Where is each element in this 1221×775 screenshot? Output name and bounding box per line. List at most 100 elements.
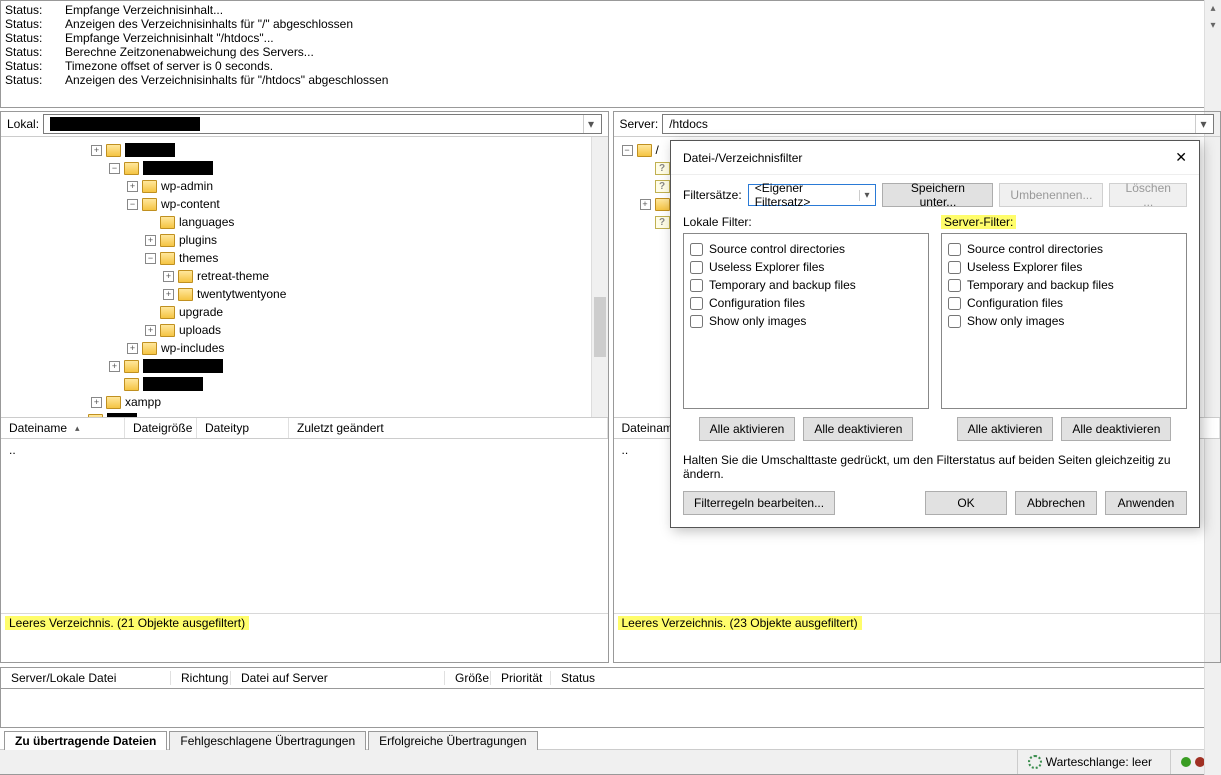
tree-item[interactable]: retreat-theme (197, 269, 269, 283)
gear-icon[interactable] (1028, 755, 1042, 769)
chevron-down-icon[interactable]: ▾ (1195, 115, 1211, 133)
local-deactivate-all-button[interactable]: Alle deaktivieren (803, 417, 913, 441)
tree-item[interactable]: upgrade (179, 305, 223, 319)
col-size[interactable]: Dateigröße (125, 418, 197, 438)
filter-check[interactable]: Useless Explorer files (690, 258, 922, 276)
tree-item[interactable]: wp-includes (161, 341, 224, 355)
status-line: Anzeigen des Verzeichnisinhalts für "/" … (65, 17, 353, 31)
close-icon[interactable]: ✕ (1175, 149, 1187, 166)
dialog-title-text: Datei-/Verzeichnisfilter (683, 151, 802, 165)
tree-item[interactable]: uploads (179, 323, 221, 337)
filterset-selected: <Eigener Filtersatz> (755, 181, 856, 209)
local-tree-scrollbar[interactable] (591, 137, 608, 417)
cancel-button[interactable]: Abbrechen (1015, 491, 1097, 515)
col-size[interactable]: Größe (445, 671, 491, 685)
server-filter-status: Leeres Verzeichnis. (23 Objekte ausgefil… (618, 616, 862, 630)
folder-icon (88, 414, 103, 418)
filter-check[interactable]: Useless Explorer files (948, 258, 1180, 276)
tree-item[interactable]: twentytwentyone (197, 287, 286, 301)
filter-check[interactable]: Source control directories (948, 240, 1180, 258)
col-direction[interactable]: Richtung (171, 671, 231, 685)
queue-status: Warteschlange: leer (1046, 755, 1152, 769)
delete-button: Löschen ... (1109, 183, 1187, 207)
folder-icon (106, 144, 121, 157)
ok-button[interactable]: OK (925, 491, 1007, 515)
filter-check[interactable]: Source control directories (690, 240, 922, 258)
folder-icon (178, 270, 193, 283)
status-scrollbar[interactable]: ▴▾ (1204, 0, 1221, 108)
tree-item[interactable]: wp-admin (161, 179, 213, 193)
col-status[interactable]: Status (551, 671, 1220, 685)
server-path-value: /htdocs (669, 117, 708, 131)
status-log: ▴▾ Status:Empfange Verzeichnisinhalt... … (0, 0, 1221, 108)
filtersets-label: Filtersätze: (683, 188, 742, 202)
list-item-parent[interactable]: .. (5, 443, 604, 457)
status-line: Anzeigen des Verzeichnisinhalts für "/ht… (65, 73, 388, 87)
status-label: Status: (5, 3, 47, 17)
local-path-input[interactable]: ▾ (43, 114, 601, 134)
status-line: Empfange Verzeichnisinhalt "/htdocs"... (65, 31, 274, 45)
folder-icon (655, 198, 670, 211)
local-filters-title: Lokale Filter: (683, 215, 929, 229)
queue-columns[interactable]: Server/Lokale Datei Richtung Datei auf S… (0, 667, 1221, 689)
tree-item[interactable]: themes (179, 251, 218, 265)
local-tree[interactable]: + − +wp-admin −wp-content languages +plu… (1, 137, 608, 417)
filter-dialog: Datei-/Verzeichnisfilter ✕ Filtersätze: … (670, 140, 1200, 528)
col-filename[interactable]: Dateiname (1, 418, 125, 438)
tab-queued-files[interactable]: Zu übertragende Dateien (4, 731, 167, 750)
local-panel: Lokal: ▾ + − +wp-admin −wp-content langu… (0, 111, 609, 663)
local-label: Lokal: (7, 117, 39, 131)
filter-check[interactable]: Show only images (690, 312, 922, 330)
filter-check[interactable]: Temporary and backup files (690, 276, 922, 294)
tree-item[interactable]: languages (179, 215, 234, 229)
edit-filter-rules-button[interactable]: Filterregeln bearbeiten... (683, 491, 835, 515)
tree-item[interactable]: wp-content (161, 197, 220, 211)
tree-item[interactable]: plugins (179, 233, 217, 247)
folder-icon (160, 306, 175, 319)
col-remote-file[interactable]: Datei auf Server (231, 671, 445, 685)
server-deactivate-all-button[interactable]: Alle deaktivieren (1061, 417, 1171, 441)
led-green-icon (1181, 757, 1191, 767)
col-local-file[interactable]: Server/Lokale Datei (1, 671, 171, 685)
tree-item[interactable]: / (656, 143, 659, 157)
server-filters-list: Source control directories Useless Explo… (941, 233, 1187, 409)
folder-icon (160, 234, 175, 247)
tree-item[interactable]: xampp (125, 395, 161, 409)
local-file-columns[interactable]: Dateiname Dateigröße Dateityp Zuletzt ge… (1, 417, 608, 439)
local-filters-list: Source control directories Useless Explo… (683, 233, 929, 409)
rename-button: Umbenennen... (999, 183, 1103, 207)
chevron-down-icon[interactable]: ▾ (583, 115, 599, 133)
folder-icon (160, 252, 175, 265)
col-changed[interactable]: Zuletzt geändert (289, 418, 608, 438)
statusbar: Warteschlange: leer (0, 749, 1221, 775)
save-as-button[interactable]: Speichern unter... (882, 183, 993, 207)
redacted-path (50, 117, 200, 131)
local-file-list[interactable]: .. (1, 439, 608, 613)
filter-check[interactable]: Show only images (948, 312, 1180, 330)
filterset-select[interactable]: <Eigener Filtersatz> ▾ (748, 184, 877, 206)
filter-check[interactable]: Configuration files (948, 294, 1180, 312)
folder-icon (178, 288, 193, 301)
server-path-input[interactable]: /htdocs ▾ (662, 114, 1214, 134)
folder-icon (142, 342, 157, 355)
folder-icon (106, 396, 121, 409)
server-activate-all-button[interactable]: Alle aktivieren (957, 417, 1054, 441)
queue-list[interactable] (0, 689, 1221, 727)
tab-failed-transfers[interactable]: Fehlgeschlagene Übertragungen (169, 731, 366, 750)
local-filter-status: Leeres Verzeichnis. (21 Objekte ausgefil… (5, 616, 249, 630)
folder-icon (124, 360, 139, 373)
bottom-tabs: Zu übertragende Dateien Fehlgeschlagene … (0, 727, 1221, 749)
dialog-hint: Halten Sie die Umschalttaste gedrückt, u… (671, 453, 1199, 491)
unknown-folder-icon: ? (655, 180, 670, 193)
server-label: Server: (620, 117, 659, 131)
status-line: Berechne Zeitzonenabweichung des Servers… (65, 45, 314, 59)
folder-icon (160, 324, 175, 337)
folder-icon (124, 378, 139, 391)
col-priority[interactable]: Priorität (491, 671, 551, 685)
filter-check[interactable]: Temporary and backup files (948, 276, 1180, 294)
filter-check[interactable]: Configuration files (690, 294, 922, 312)
apply-button[interactable]: Anwenden (1105, 491, 1187, 515)
col-type[interactable]: Dateityp (197, 418, 289, 438)
tab-successful-transfers[interactable]: Erfolgreiche Übertragungen (368, 731, 537, 750)
local-activate-all-button[interactable]: Alle aktivieren (699, 417, 796, 441)
